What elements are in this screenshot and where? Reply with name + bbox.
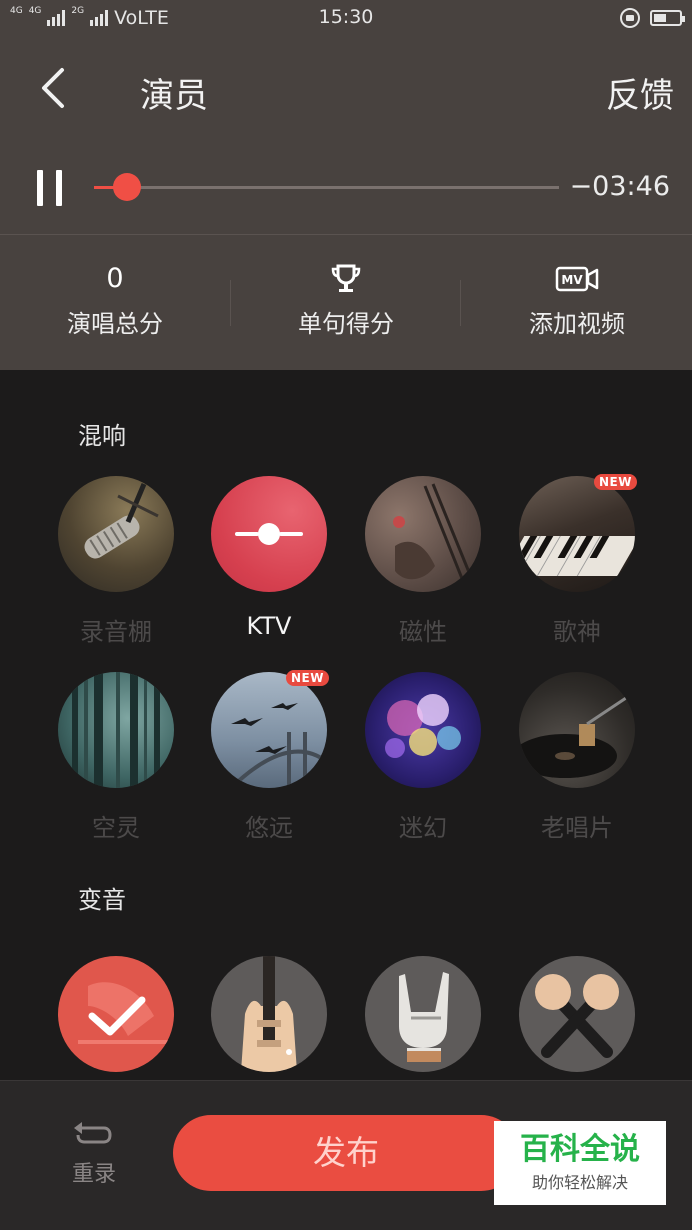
voice-effect-gramophone[interactable] — [58, 956, 174, 1072]
reverb-magnetic-label: 磁性 — [399, 618, 447, 646]
reverb-magnetic[interactable]: 磁性 — [365, 476, 481, 647]
status-time: 15:30 — [318, 6, 374, 28]
reverb-distant-label: 悠远 — [245, 814, 293, 842]
voice-effect-guitar[interactable] — [211, 956, 327, 1072]
voice-change-section-title: 变音 — [78, 886, 126, 914]
forest-image — [58, 672, 174, 788]
reverb-psychedelic-label: 迷幻 — [399, 814, 447, 842]
pause-icon — [37, 170, 43, 206]
reverb-psychedelic[interactable]: 迷幻 — [365, 672, 481, 843]
electric-guitar-icon — [211, 956, 327, 1072]
stat-separator — [230, 280, 231, 326]
add-video-button[interactable]: MV 添加视频 — [477, 262, 677, 339]
birds-bridge-image — [211, 672, 327, 788]
progress-track[interactable] — [94, 186, 559, 189]
line-score-button[interactable]: 单句得分 — [246, 262, 446, 339]
gramophone-check-icon — [58, 956, 174, 1072]
publish-button[interactable]: 发布 — [173, 1115, 519, 1191]
total-score-value: 0 — [106, 263, 124, 294]
reverb-ktv[interactable]: KTV — [211, 476, 327, 640]
status-bar: 4G 4G 2G VoLTE 15:30 — [0, 0, 692, 36]
reverb-ethereal[interactable]: 空灵 — [58, 672, 174, 843]
page-title: 演员 — [140, 76, 208, 116]
reverb-studio[interactable]: 录音棚 — [58, 476, 174, 647]
studio-microphone-image — [58, 476, 174, 592]
feedback-button[interactable]: 反馈 — [606, 68, 674, 117]
divider — [0, 234, 692, 235]
rock-hand-icon — [365, 956, 481, 1072]
total-score-label: 演唱总分 — [67, 310, 163, 338]
record-player-image — [519, 672, 635, 788]
ktv-icon — [211, 476, 327, 592]
reverb-singer-god-label: 歌神 — [553, 618, 601, 646]
new-badge: NEW — [594, 474, 637, 490]
reverb-singer-god[interactable]: NEW 歌神 — [519, 474, 637, 647]
svg-text:MV: MV — [561, 273, 583, 287]
battery-icon — [650, 10, 685, 26]
redo-button[interactable]: 重录 — [62, 1118, 126, 1188]
watermark-title: 百科全说 — [520, 1132, 640, 1167]
watermark: 百科全说 助你轻松解决 — [494, 1121, 666, 1205]
stat-separator-2 — [460, 280, 461, 326]
crossed-microphones-icon — [519, 956, 635, 1072]
guitar-image — [365, 476, 481, 592]
reverb-section-title: 混响 — [78, 422, 126, 450]
progress-thumb[interactable] — [112, 173, 141, 201]
status-right — [620, 8, 685, 28]
watermark-subtitle: 助你轻松解决 — [531, 1173, 628, 1192]
add-video-label: 添加视频 — [529, 310, 625, 338]
voice-effect-duet[interactable] — [519, 956, 635, 1072]
pause-button[interactable] — [36, 170, 64, 206]
voice-effect-rock[interactable] — [365, 956, 481, 1072]
chevron-left-icon — [42, 68, 64, 108]
back-button[interactable] — [36, 66, 76, 110]
remaining-time: −03:46 — [569, 171, 670, 202]
redo-label: 重录 — [71, 1162, 116, 1187]
reverb-ktv-label: KTV — [246, 612, 292, 640]
mv-icon: MV — [477, 262, 677, 296]
reverb-old-record-label: 老唱片 — [541, 814, 613, 842]
trophy-icon — [246, 262, 446, 296]
reverb-distant[interactable]: NEW 悠远 — [211, 670, 329, 843]
reverb-ethereal-label: 空灵 — [92, 814, 140, 842]
total-score: 0 演唱总分 — [15, 262, 215, 339]
bokeh-image — [365, 672, 481, 788]
rotation-lock-icon — [620, 8, 640, 28]
redo-icon — [74, 1122, 112, 1144]
new-badge-2: NEW — [286, 670, 329, 686]
reverb-studio-label: 录音棚 — [80, 618, 152, 646]
line-score-label: 单句得分 — [298, 310, 394, 338]
reverb-old-record[interactable]: 老唱片 — [519, 672, 635, 843]
piano-image — [519, 476, 635, 592]
